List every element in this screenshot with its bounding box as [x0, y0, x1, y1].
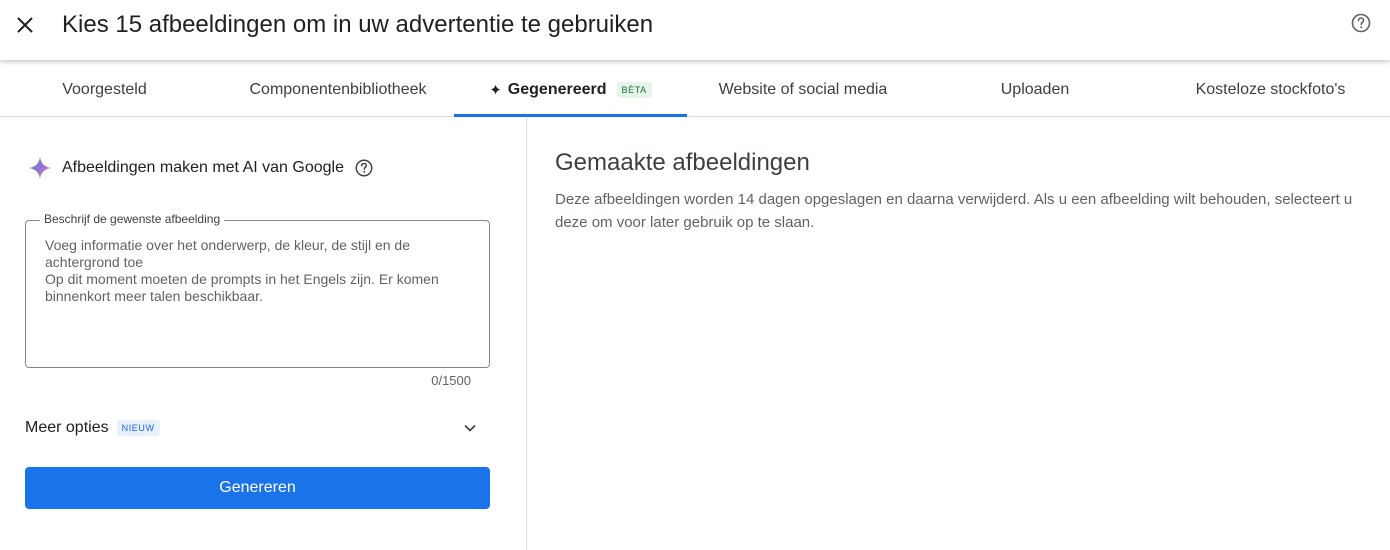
chevron-down-icon: [464, 424, 476, 432]
help-button[interactable]: [1350, 12, 1372, 34]
gemini-sparkle-icon: [29, 157, 51, 179]
tab-label: Gegenereerd: [507, 80, 607, 98]
tab-gegenereerd[interactable]: ✦ Gegenereerd BÈTA: [454, 62, 687, 117]
ai-help-button[interactable]: [354, 158, 374, 178]
image-description-input[interactable]: [27, 233, 487, 363]
more-options-toggle[interactable]: Meer opties NIEUW: [25, 414, 490, 442]
tab-label: Uploaden: [1000, 80, 1070, 98]
new-badge: NIEUW: [116, 420, 160, 436]
tab-kosteloze-stockfotos[interactable]: Kosteloze stockfoto's: [1151, 62, 1390, 117]
close-button[interactable]: [12, 10, 38, 40]
image-description-field: Beschrijf de gewenste afbeelding: [25, 212, 490, 368]
created-images-title: Gemaakte afbeeldingen: [555, 149, 810, 176]
tab-label: Componentenbibliotheek: [249, 80, 427, 98]
tab-label: Website of social media: [718, 80, 888, 98]
created-images-description: Deze afbeeldingen worden 14 dagen opgesl…: [555, 191, 1353, 231]
more-options-label: Meer opties: [25, 419, 109, 436]
ai-label: Afbeeldingen maken met AI van Google: [62, 159, 344, 176]
tab-uploaden[interactable]: Uploaden: [919, 62, 1151, 117]
generate-button[interactable]: Genereren: [25, 467, 490, 509]
active-tab-indicator: [454, 114, 687, 117]
tab-componentenbibliotheek[interactable]: Componentenbibliotheek: [222, 62, 454, 117]
tab-voorgesteld[interactable]: Voorgesteld: [0, 62, 209, 117]
tab-label: Voorgesteld: [62, 80, 147, 98]
sparkle-icon: ✦: [489, 81, 502, 99]
character-counter: 0/1500: [431, 373, 471, 388]
close-icon: [17, 17, 33, 33]
dialog-title: Kies 15 afbeeldingen om in uw advertenti…: [62, 11, 654, 38]
tab-bar: Voorgesteld Componentenbibliotheek ✦ Geg…: [0, 62, 1390, 117]
dialog-header: Kies 15 afbeeldingen om in uw advertenti…: [0, 0, 1390, 60]
tab-label: Kosteloze stockfoto's: [1195, 80, 1346, 98]
beta-badge: BÈTA: [616, 81, 652, 98]
generate-panel: Afbeeldingen maken met AI van Google Bes…: [0, 118, 527, 550]
ai-heading: Afbeeldingen maken met AI van Google: [28, 156, 374, 180]
tab-website-social-media[interactable]: Website of social media: [687, 62, 919, 117]
created-images-panel: Gemaakte afbeeldingen Deze afbeeldingen …: [528, 118, 1390, 550]
help-icon: [1351, 13, 1371, 33]
help-icon: [355, 159, 373, 177]
field-label: Beschrijf de gewenste afbeelding: [40, 212, 225, 226]
